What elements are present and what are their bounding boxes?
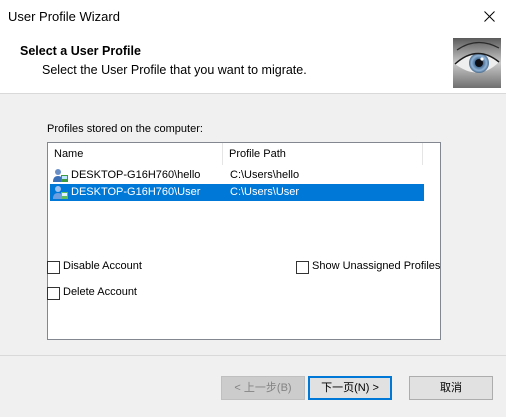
profile-name: DESKTOP-G16H760\hello — [71, 169, 201, 181]
profile-path: C:\Users\User — [230, 186, 300, 198]
cancel-button[interactable]: 取消 — [409, 376, 493, 400]
profiles-list[interactable]: Name Profile Path DESKTOP-G16H760\hello … — [47, 142, 441, 340]
window-title: User Profile Wizard — [8, 9, 120, 24]
checkbox-box[interactable] — [296, 261, 309, 274]
checkbox-box[interactable] — [47, 287, 60, 300]
close-button[interactable] — [472, 0, 506, 33]
back-button[interactable]: < 上一步(B) — [221, 376, 305, 400]
list-item[interactable]: DESKTOP-G16H760\User C:\Users\User — [50, 184, 424, 201]
show-unassigned-profiles-label: Show Unassigned Profiles — [312, 260, 441, 272]
delete-account-label: Delete Account — [63, 286, 137, 298]
list-item[interactable]: DESKTOP-G16H760\hello C:\Users\hello — [50, 167, 424, 184]
column-header-profile-path[interactable]: Profile Path — [223, 143, 423, 165]
wizard-header: Select a User Profile Select the User Pr… — [0, 33, 506, 93]
list-header: Name Profile Path — [48, 143, 440, 165]
profile-name: DESKTOP-G16H760\User — [71, 186, 201, 198]
next-button[interactable]: 下一页(N) > — [308, 376, 392, 400]
wizard-footer: < 上一步(B) 下一页(N) > 取消 — [0, 356, 506, 417]
wizard-body: Profiles stored on the computer: Name Pr… — [0, 94, 506, 355]
title-bar: User Profile Wizard — [0, 0, 506, 33]
header-title: Select a User Profile — [20, 44, 141, 58]
column-header-name[interactable]: Name — [48, 143, 223, 165]
disable-account-label: Disable Account — [63, 260, 142, 272]
eye-image — [453, 38, 501, 88]
profile-path: C:\Users\hello — [230, 169, 300, 181]
profiles-label: Profiles stored on the computer: — [47, 123, 203, 135]
close-icon — [484, 11, 495, 22]
user-profile-wizard-window: User Profile Wizard Select a User Profil… — [0, 0, 506, 417]
checkbox-box[interactable] — [47, 261, 60, 274]
user-profile-icon — [53, 186, 68, 199]
header-subtitle: Select the User Profile that you want to… — [42, 63, 307, 77]
user-profile-icon — [53, 169, 68, 182]
